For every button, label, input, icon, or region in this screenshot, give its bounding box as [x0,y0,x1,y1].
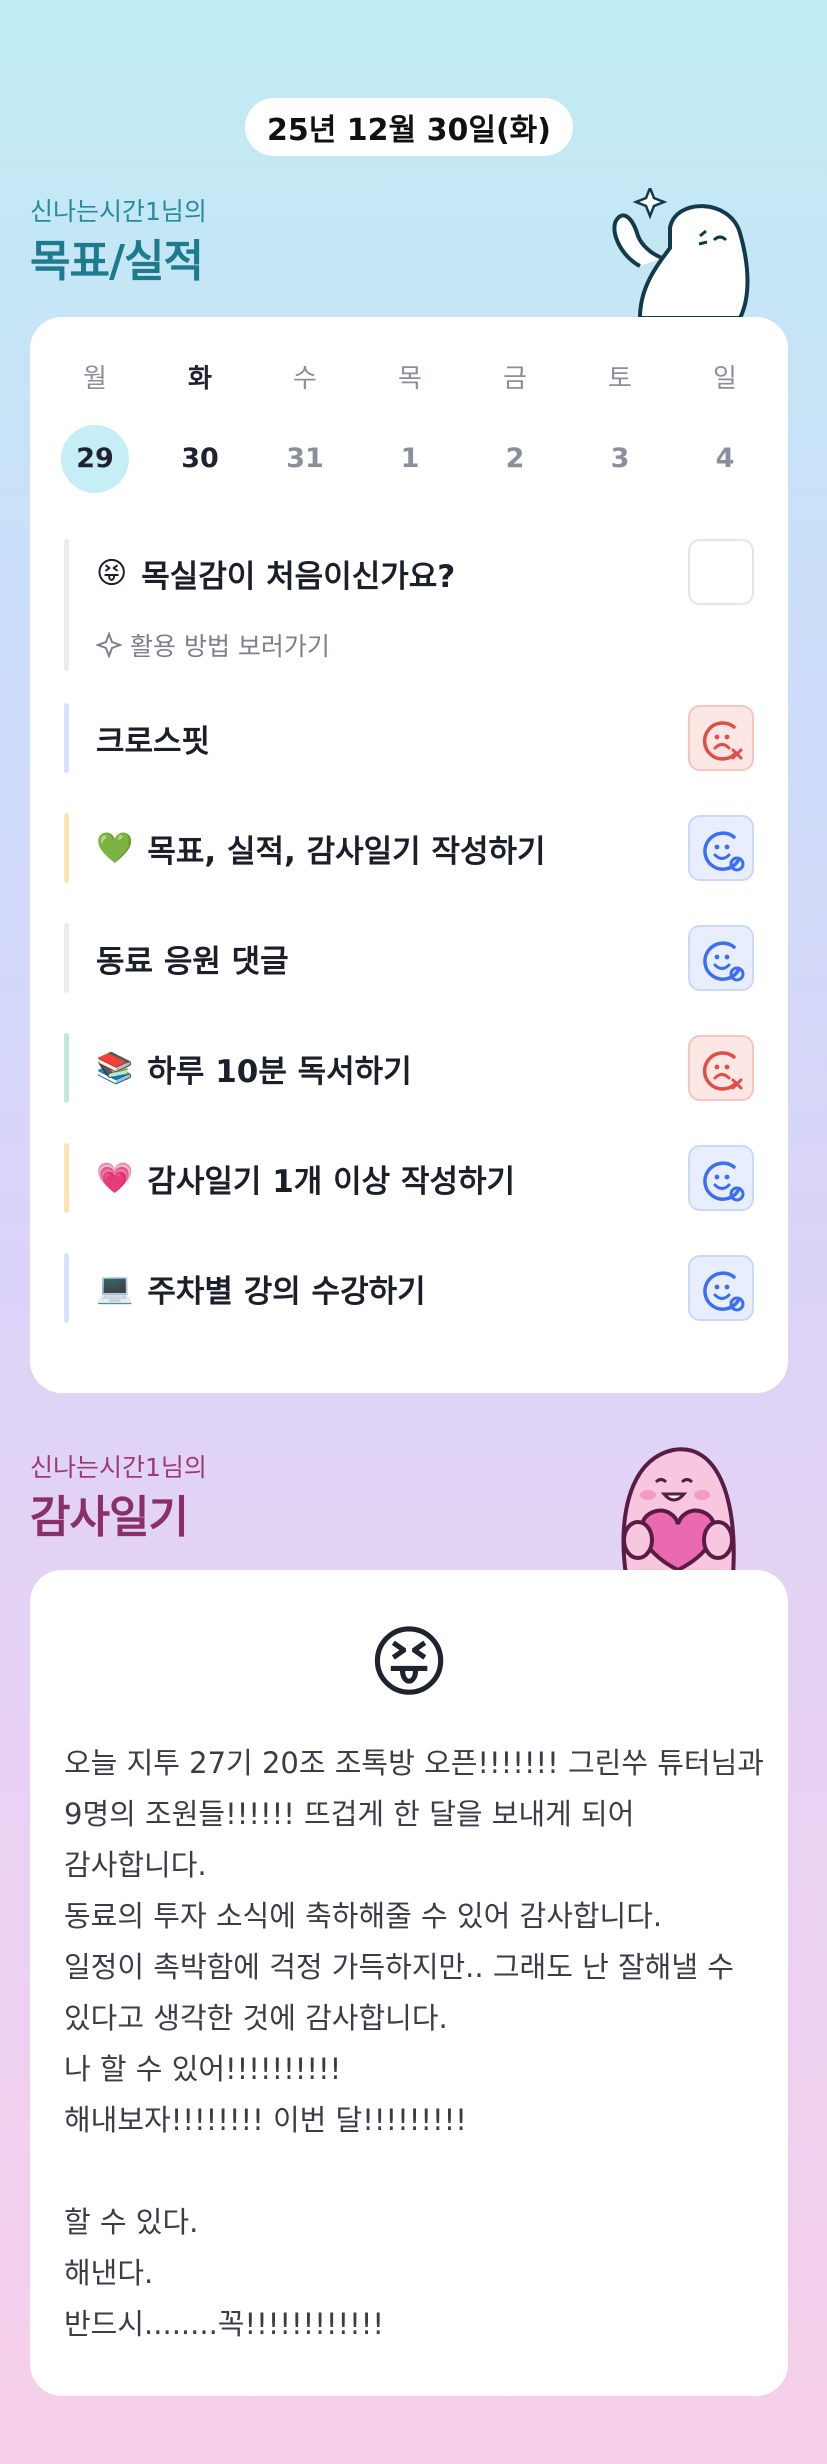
day-number[interactable]: 4 [691,425,759,493]
goal-label: 감사일기 1개 이상 작성하기 [147,1163,516,1200]
smile-check-icon [703,831,745,872]
mood-emoji: 😝 [368,1618,450,1708]
day-name: 월 [83,364,107,394]
goal-label-row: 💗 감사일기 1개 이상 작성하기 [96,1143,515,1213]
heart-mascot-icon [621,1447,736,1575]
goal-row[interactable]: 동료 응원 댓글 [64,923,754,993]
goals-section-subtitle: 신나는시간1님의 [30,197,207,226]
goal-status-button[interactable] [688,1035,754,1101]
smile-check-icon [703,1161,745,1202]
goal-label: 하루 10분 독서하기 [147,1053,412,1090]
goal-status-button[interactable] [688,1145,754,1211]
intro-emoji: 😝 [96,555,128,591]
day-number[interactable]: 2 [481,425,549,493]
day-number[interactable]: 1 [376,425,444,493]
goal-row[interactable]: 📚 하루 10분 독서하기 [64,1033,754,1103]
goal-label-row: 💚 목표, 실적, 감사일기 작성하기 [96,813,546,883]
day-column[interactable]: 일4 [690,359,760,493]
goal-label: 주차별 강의 수강하기 [147,1273,426,1310]
goal-label-row: 💻 주차별 강의 수강하기 [96,1253,426,1323]
goal-row[interactable]: 💗 감사일기 1개 이상 작성하기 [64,1143,754,1213]
day-name: 일 [713,364,737,394]
goal-label: 크로스핏 [96,723,211,760]
goals-section-title: 목표/실적 [30,236,204,287]
goal-status-button[interactable] [688,925,754,991]
week-calendar: 월 29 화 30 수 31 목 1 금 2 토 3 일 4 [60,359,760,493]
diary-card: 😝 오늘 지투 27기 20조 조톡방 오픈!!!!!!! 그린쑤 튜터님과 9… [30,1570,788,2396]
diary-section-title: 감사일기 [30,1492,189,1543]
diary-section-subtitle: 신나는시간1님의 [30,1453,207,1482]
goal-color-bar [64,813,69,883]
goal-status-button[interactable] [688,705,754,771]
goal-label-row: 📚 하루 10분 독서하기 [96,1033,412,1103]
goal-status-button[interactable] [688,815,754,881]
goal-emoji: 💚 [96,830,134,866]
day-column[interactable]: 목1 [375,359,445,493]
guide-link[interactable]: 활용 방법 보러가기 [96,627,330,663]
goal-row[interactable]: 💚 목표, 실적, 감사일기 작성하기 [64,813,754,883]
intro-label-row: 😝 목실감이 처음이신가요? [96,553,456,595]
day-column[interactable]: 토3 [585,359,655,493]
smile-check-icon [703,941,745,982]
goal-color-bar [64,1033,69,1103]
intro-checkbox[interactable] [688,539,754,605]
diary-text: 오늘 지투 27기 20조 조톡방 오픈!!!!!!! 그린쑤 튜터님과 9명의… [64,1746,764,2341]
day-column[interactable]: 금2 [480,359,550,493]
goal-row[interactable]: 크로스핏 [64,703,754,773]
sad-x-icon [702,721,743,761]
date-pill[interactable]: 25년 12월 30일(화) [245,98,573,156]
day-number[interactable]: 3 [586,425,654,493]
goal-emoji: 💻 [96,1270,134,1306]
day-number[interactable]: 29 [61,425,129,493]
goal-label-row: 크로스핏 [96,703,210,773]
smile-check-icon [703,1271,745,1312]
day-name: 목 [398,364,422,394]
guide-link-label: 활용 방법 보러가기 [130,632,330,661]
goal-color-bar [64,923,69,993]
sad-x-icon [702,1051,743,1091]
goal-color-bar [64,1253,69,1323]
intro-item: 😝 목실감이 처음이신가요? 활용 방법 보러가기 [64,539,754,671]
day-name: 토 [608,364,632,394]
intro-label: 목실감이 처음이신가요? [141,558,456,595]
goal-row[interactable]: 💻 주차별 강의 수강하기 [64,1253,754,1323]
day-column[interactable]: 화 30 [165,359,235,493]
goals-card: 월 29 화 30 수 31 목 1 금 2 토 3 일 4 😝 목실감이 처음이신가요? 활용 방법 보… [30,317,788,1393]
day-column[interactable]: 수 31 [270,359,340,493]
goal-label: 동료 응원 댓글 [96,943,289,980]
goal-status-button[interactable] [688,1255,754,1321]
day-column[interactable]: 월 29 [60,359,130,493]
goal-color-bar [64,703,69,773]
day-name: 수 [293,364,317,394]
day-name: 금 [503,364,527,394]
goal-emoji: 📚 [96,1050,134,1086]
day-name: 화 [188,364,212,394]
ghost-mascot-icon [612,188,750,318]
goal-label: 목표, 실적, 감사일기 작성하기 [147,833,546,870]
sparkle-icon [96,632,122,658]
day-number[interactable]: 31 [271,425,339,493]
intro-bar [64,539,69,671]
goal-color-bar [64,1143,69,1213]
goal-label-row: 동료 응원 댓글 [96,923,289,993]
goal-emoji: 💗 [96,1160,134,1196]
day-number[interactable]: 30 [166,425,234,493]
